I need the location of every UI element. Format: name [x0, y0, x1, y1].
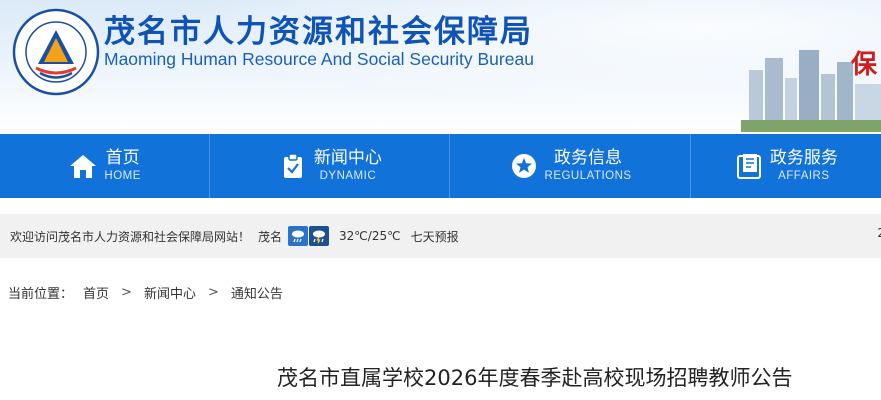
bureau-emblem-icon [12, 8, 100, 96]
nav-item-home[interactable]: 首页 HOME [0, 134, 211, 198]
nav-label: 政务服务 [769, 148, 838, 168]
welcome-text: 欢迎访问茂名市人力资源和社会保障局网站！ [10, 229, 251, 244]
home-icon [68, 151, 98, 181]
nav-sublabel: AFFAIRS [778, 170, 830, 182]
nav-sublabel: DYNAMIC [319, 170, 377, 182]
rain-icon [288, 226, 309, 246]
chevron-right-icon: > [207, 284, 219, 300]
nav-sublabel: HOME [104, 170, 141, 182]
clipboard-check-icon [278, 151, 308, 181]
slogan-char: 保 [850, 50, 877, 80]
main-nav: 首页 HOME 新闻中心 DYNAMIC 政务信息 REGULATIONS 政务… [0, 134, 881, 198]
breadcrumb-notice-link[interactable]: 通知公告 [231, 283, 283, 302]
breadcrumb: 当前位置： 首页 > 新闻中心 > 通知公告 [8, 282, 283, 302]
site-title: 茂名市人力资源和社会保障局 [104, 14, 533, 50]
nav-item-affairs[interactable]: 政务服务 AFFAIRS [691, 134, 881, 198]
breadcrumb-news-link[interactable]: 新闻中心 [144, 283, 196, 302]
document-icon [734, 151, 764, 181]
nav-label: 新闻中心 [313, 148, 382, 168]
nav-item-regulations[interactable]: 政务信息 REGULATIONS [450, 134, 691, 198]
weather-city: 茂名 [258, 229, 283, 244]
chevron-right-icon: > [121, 284, 132, 300]
article-title: 茂名市直属学校2026年度春季赴高校现场招聘教师公告 [277, 366, 793, 390]
nav-item-news[interactable]: 新闻中心 DYNAMIC [210, 134, 451, 198]
nav-label: 首页 [105, 148, 140, 168]
nav-sublabel: REGULATIONS [544, 170, 632, 182]
site-subtitle: Maoming Human Resource And Social Securi… [104, 49, 534, 69]
thunderstorm-icon [309, 226, 330, 246]
forecast-link[interactable]: 七天预报 [411, 228, 459, 245]
breadcrumb-label: 当前位置： [8, 286, 74, 302]
header-banner: 茂名市人力资源和社会保障局 Maoming Human Resource And… [0, 0, 881, 132]
right-edge-text: 2 [877, 226, 881, 240]
star-icon [509, 151, 539, 181]
welcome-bar: 欢迎访问茂名市人力资源和社会保障局网站！ 茂名 32℃/25℃ 七天预报 2 [0, 214, 881, 258]
breadcrumb-home-link[interactable]: 首页 [83, 283, 109, 302]
temperature: 32℃/25℃ [339, 229, 401, 243]
nav-label: 政务信息 [554, 148, 623, 168]
